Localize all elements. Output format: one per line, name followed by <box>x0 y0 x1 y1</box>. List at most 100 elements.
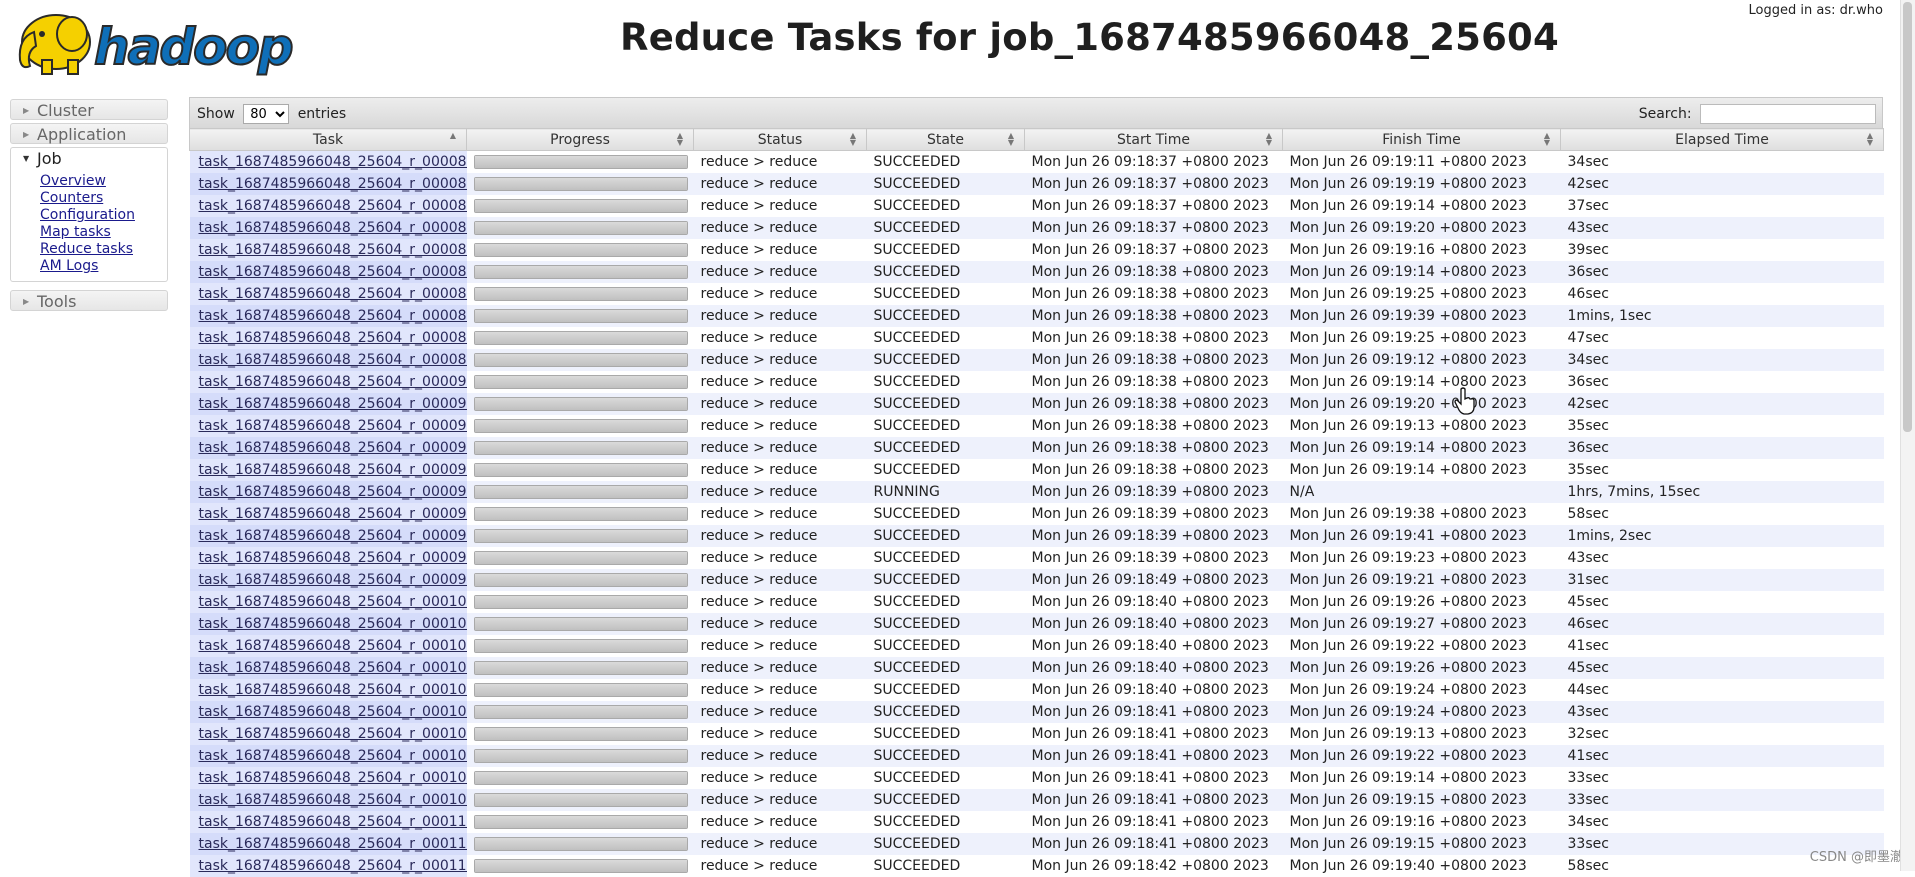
task-link[interactable]: task_1687485966048_25604_r_000097 <box>199 528 467 544</box>
task-link[interactable]: task_1687485966048_25604_r_000087 <box>199 308 467 324</box>
nav-link-am-logs[interactable]: AM Logs <box>40 258 167 275</box>
task-link[interactable]: task_1687485966048_25604_r_000102 <box>199 638 467 654</box>
task-link[interactable]: task_1687485966048_25604_r_000090 <box>199 374 467 390</box>
column-header-state[interactable]: State ▲ ▼ <box>866 128 1025 151</box>
task-cell: task_1687485966048_25604_r_000082 <box>189 194 467 217</box>
table-row: task_1687485966048_25604_r_000083 reduce … <box>189 216 1884 239</box>
start-time-cell: Mon Jun 26 09:18:39 +0800 2023 <box>1024 480 1283 503</box>
column-header-progress[interactable]: Progress ▲ ▼ <box>466 128 694 151</box>
progress-bar-fill <box>474 639 687 652</box>
task-link[interactable]: task_1687485966048_25604_r_000086 <box>199 286 467 302</box>
column-header-start-time[interactable]: Start Time ▲ ▼ <box>1024 128 1283 151</box>
nav-link-counters[interactable]: Counters <box>40 190 167 207</box>
task-link[interactable]: task_1687485966048_25604_r_000101 <box>199 616 467 632</box>
finish-time-cell: Mon Jun 26 09:19:14 +0800 2023 <box>1282 260 1561 283</box>
progress-bar <box>473 792 688 807</box>
progress-cell <box>466 678 694 701</box>
task-link[interactable]: task_1687485966048_25604_r_000096 <box>199 506 467 522</box>
task-link[interactable]: task_1687485966048_25604_r_000103 <box>199 660 467 676</box>
task-link[interactable]: task_1687485966048_25604_r_000081 <box>199 176 467 192</box>
search-label: Search: <box>1638 106 1692 122</box>
task-link[interactable]: task_1687485966048_25604_r_000085 <box>199 264 467 280</box>
task-link[interactable]: task_1687485966048_25604_r_000091 <box>199 396 467 412</box>
task-cell: task_1687485966048_25604_r_000091 <box>189 392 467 415</box>
task-link[interactable]: task_1687485966048_25604_r_000088 <box>199 330 467 346</box>
start-time-cell: Mon Jun 26 09:18:41 +0800 2023 <box>1024 700 1283 723</box>
column-header-finish-time[interactable]: Finish Time ▲ ▼ <box>1282 128 1561 151</box>
finish-time-cell: Mon Jun 26 09:19:19 +0800 2023 <box>1282 172 1561 195</box>
vertical-scrollbar[interactable] <box>1900 0 1915 871</box>
search-input[interactable] <box>1700 104 1876 124</box>
task-link[interactable]: task_1687485966048_25604_r_000084 <box>199 242 467 258</box>
state-cell: SUCCEEDED <box>866 436 1025 459</box>
progress-bar <box>473 528 688 543</box>
state-cell: SUCCEEDED <box>866 392 1025 415</box>
scrollbar-thumb[interactable] <box>1903 2 1912 432</box>
nav-section-application[interactable]: ▶ Application <box>10 123 168 144</box>
nav-link-overview[interactable]: Overview <box>40 173 167 190</box>
task-link[interactable]: task_1687485966048_25604_r_000112 <box>199 858 467 874</box>
column-header-elapsed-time[interactable]: Elapsed Time ▲ ▼ <box>1560 128 1884 151</box>
task-link[interactable]: task_1687485966048_25604_r_000082 <box>199 198 467 214</box>
progress-cell <box>466 458 694 481</box>
start-time-cell: Mon Jun 26 09:18:39 +0800 2023 <box>1024 546 1283 569</box>
column-header-status[interactable]: Status ▲ ▼ <box>693 128 867 151</box>
table-row: task_1687485966048_25604_r_000087 reduce … <box>189 304 1884 327</box>
nav-section-job[interactable]: ▼ Job <box>10 147 168 168</box>
finish-time-cell: Mon Jun 26 09:19:12 +0800 2023 <box>1282 348 1561 371</box>
table-row: task_1687485966048_25604_r_000104 reduce … <box>189 678 1884 701</box>
nav-section-cluster[interactable]: ▶ Cluster <box>10 99 168 120</box>
nav-section-tools[interactable]: ▶ Tools <box>10 290 168 311</box>
sort-arrows-icon: ▲ ▼ <box>1007 131 1014 147</box>
progress-cell <box>466 282 694 305</box>
progress-cell <box>466 766 694 789</box>
start-time-cell: Mon Jun 26 09:18:37 +0800 2023 <box>1024 150 1283 173</box>
finish-time-cell: Mon Jun 26 09:19:14 +0800 2023 <box>1282 194 1561 217</box>
nav-link-map-tasks[interactable]: Map tasks <box>40 224 167 241</box>
task-link[interactable]: task_1687485966048_25604_r_000093 <box>199 440 467 456</box>
nav-link-reduce-tasks[interactable]: Reduce tasks <box>40 241 167 258</box>
entries-select[interactable]: 80 <box>243 104 290 124</box>
state-cell: SUCCEEDED <box>866 194 1025 217</box>
tasks-table-wrapper: Show 80 entries Search: Task ▲ Progress ▲ ▼ S… <box>189 97 1884 877</box>
task-link[interactable]: task_1687485966048_25604_r_000106 <box>199 726 467 742</box>
task-link[interactable]: task_1687485966048_25604_r_000083 <box>199 220 467 236</box>
task-link[interactable]: task_1687485966048_25604_r_000092 <box>199 418 467 434</box>
progress-bar <box>473 242 688 257</box>
state-cell: SUCCEEDED <box>866 854 1025 877</box>
start-time-cell: Mon Jun 26 09:18:38 +0800 2023 <box>1024 260 1283 283</box>
task-link[interactable]: task_1687485966048_25604_r_000100 <box>199 594 467 610</box>
start-time-cell: Mon Jun 26 09:18:40 +0800 2023 <box>1024 590 1283 613</box>
task-link[interactable]: task_1687485966048_25604_r_000099 <box>199 572 467 588</box>
progress-cell <box>466 810 694 833</box>
task-link[interactable]: task_1687485966048_25604_r_000110 <box>199 814 467 830</box>
elapsed-time-cell: 41sec <box>1560 634 1884 657</box>
progress-bar <box>473 770 688 785</box>
nav-link-configuration[interactable]: Configuration <box>40 207 167 224</box>
task-cell: task_1687485966048_25604_r_000094 <box>189 458 467 481</box>
column-header-task[interactable]: Task ▲ <box>189 128 467 151</box>
task-link[interactable]: task_1687485966048_25604_r_000108 <box>199 770 467 786</box>
progress-bar <box>473 220 688 235</box>
finish-time-cell: Mon Jun 26 09:19:38 +0800 2023 <box>1282 502 1561 525</box>
task-link[interactable]: task_1687485966048_25604_r_000109 <box>199 792 467 808</box>
progress-cell <box>466 722 694 745</box>
progress-cell <box>466 436 694 459</box>
elapsed-time-cell: 32sec <box>1560 722 1884 745</box>
task-link[interactable]: task_1687485966048_25604_r_000107 <box>199 748 467 764</box>
progress-bar-fill <box>474 815 687 828</box>
state-cell: SUCCEEDED <box>866 216 1025 239</box>
state-cell: SUCCEEDED <box>866 546 1025 569</box>
finish-time-cell: N/A <box>1282 480 1561 503</box>
task-link[interactable]: task_1687485966048_25604_r_000080 <box>199 154 467 170</box>
task-link[interactable]: task_1687485966048_25604_r_000104 <box>199 682 467 698</box>
task-link[interactable]: task_1687485966048_25604_r_000094 <box>199 462 467 478</box>
status-cell: reduce > reduce <box>693 216 867 239</box>
task-link[interactable]: task_1687485966048_25604_r_000089 <box>199 352 467 368</box>
task-link[interactable]: task_1687485966048_25604_r_000105 <box>199 704 467 720</box>
table-row: task_1687485966048_25604_r_000095 reduce … <box>189 480 1884 503</box>
table-toolbar: Show 80 entries Search: <box>189 97 1883 128</box>
task-link[interactable]: task_1687485966048_25604_r_000095 <box>199 484 467 500</box>
task-link[interactable]: task_1687485966048_25604_r_000111 <box>199 836 467 852</box>
task-link[interactable]: task_1687485966048_25604_r_000098 <box>199 550 467 566</box>
